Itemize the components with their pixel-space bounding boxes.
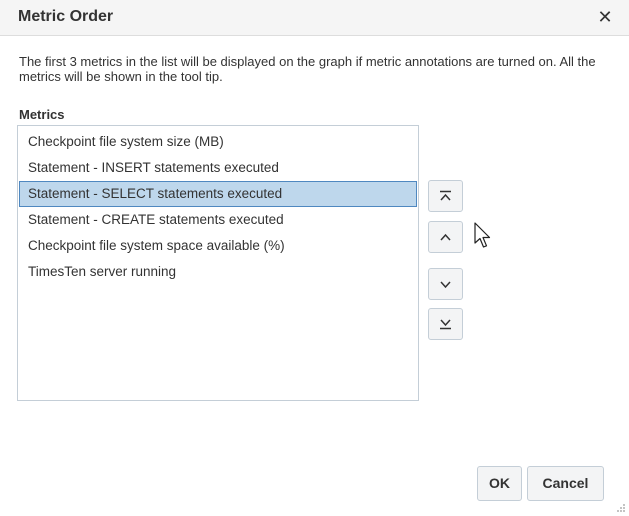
move-to-top-button[interactable] — [428, 180, 463, 212]
metric-item[interactable]: Checkpoint file system size (MB) — [19, 129, 417, 155]
dialog-titlebar: Metric Order ✕ — [0, 0, 629, 36]
mouse-cursor-icon — [474, 222, 491, 248]
close-icon[interactable]: ✕ — [595, 6, 615, 28]
cancel-button[interactable]: Cancel — [527, 466, 604, 501]
move-up-icon — [440, 233, 451, 241]
metric-item[interactable]: TimesTen server running — [19, 259, 417, 285]
metric-item-selected[interactable]: Statement - SELECT statements executed — [19, 181, 417, 207]
move-down-icon — [440, 281, 451, 289]
move-down-button[interactable] — [428, 268, 463, 300]
move-to-bottom-icon — [440, 319, 451, 330]
move-to-bottom-button[interactable] — [428, 308, 463, 340]
resize-grip-icon[interactable] — [616, 503, 626, 513]
metrics-listbox[interactable]: Checkpoint file system size (MB) Stateme… — [17, 125, 419, 401]
move-up-button[interactable] — [428, 221, 463, 253]
metric-item[interactable]: Statement - CREATE statements executed — [19, 207, 417, 233]
metric-order-dialog: Metric Order ✕ The first 3 metrics in th… — [0, 0, 629, 516]
metric-item[interactable]: Checkpoint file system space available (… — [19, 233, 417, 259]
dialog-title: Metric Order — [18, 8, 114, 25]
move-to-top-icon — [440, 190, 451, 201]
metrics-label: Metrics — [19, 107, 65, 122]
metric-item[interactable]: Statement - INSERT statements executed — [19, 155, 417, 181]
dialog-description: The first 3 metrics in the list will be … — [19, 54, 596, 84]
ok-button[interactable]: OK — [477, 466, 522, 501]
